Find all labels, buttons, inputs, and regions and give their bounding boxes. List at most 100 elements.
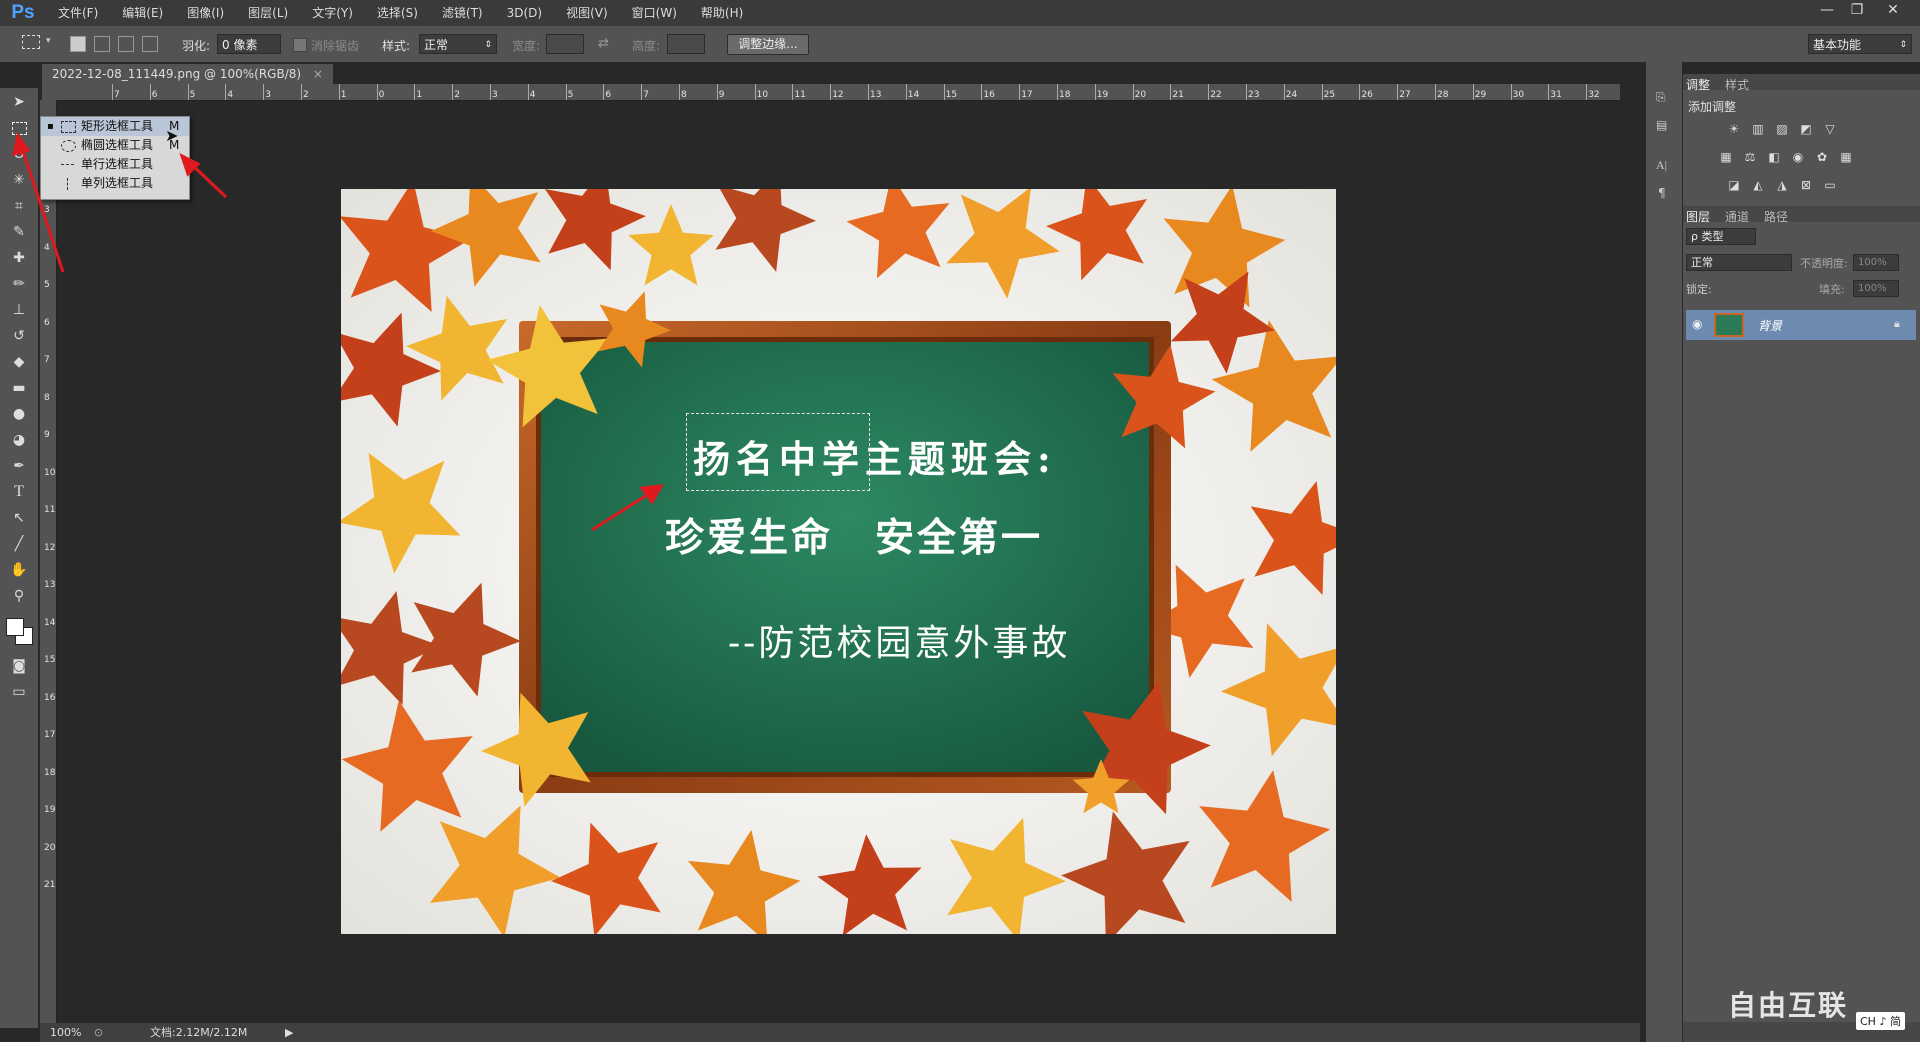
hand-tool-icon[interactable]: ✋	[9, 560, 29, 580]
screen-mode-icon[interactable]: ▭	[9, 682, 29, 702]
tab-layers[interactable]: 图层	[1686, 208, 1710, 225]
close-window-button[interactable]: ✕	[1878, 0, 1908, 20]
quick-mask-icon[interactable]: ◙	[9, 656, 29, 676]
eye-visibility-icon[interactable]: ◉	[1692, 317, 1702, 331]
magic-wand-icon[interactable]: ✳	[9, 170, 29, 190]
gradient-map-icon[interactable]: ▭	[1822, 178, 1838, 192]
properties-panel-icon[interactable]: ▤	[1656, 118, 1667, 132]
menu-file[interactable]: 文件(F)	[46, 0, 110, 26]
menu-select[interactable]: 选择(S)	[365, 0, 430, 26]
posterize-icon[interactable]: ◭	[1750, 178, 1766, 192]
selective-color-icon[interactable]: ⊠	[1798, 178, 1814, 192]
ruler-tick-line	[225, 84, 227, 100]
workspace-select[interactable]: 基本功能 ⇕	[1808, 34, 1912, 54]
dodge-tool-icon[interactable]: ◕	[9, 430, 29, 450]
ruler-tick-line	[943, 84, 945, 100]
color-lookup-icon[interactable]: ▦	[1838, 150, 1854, 164]
line-tool-icon[interactable]: ╱	[9, 534, 29, 554]
brush-tool-icon[interactable]: ✏	[9, 274, 29, 294]
layer-row-background[interactable]: ◉ 背景 🔒︎	[1686, 310, 1916, 340]
subtract-selection-icon[interactable]	[118, 36, 134, 52]
refine-edge-button[interactable]: 调整边缘...	[727, 34, 809, 55]
add-to-selection-icon[interactable]	[94, 36, 110, 52]
menu-view[interactable]: 视图(V)	[554, 0, 620, 26]
feather-input[interactable]: 0 像素	[217, 34, 281, 54]
menu-type[interactable]: 文字(Y)	[300, 0, 365, 26]
document-canvas[interactable]: 扬名中学主题班会: 珍爱生命 安全第一 --防范校园意外事故	[341, 189, 1336, 934]
menu-edit[interactable]: 编辑(E)	[110, 0, 175, 26]
menu-window[interactable]: 窗口(W)	[620, 0, 689, 26]
ruler-tick-label: 3	[265, 90, 271, 100]
invert-icon[interactable]: ◪	[1726, 178, 1742, 192]
lasso-tool-icon[interactable]: ʘ	[9, 144, 29, 164]
history-brush-icon[interactable]: ↺	[9, 326, 29, 346]
status-info-icon[interactable]: ⊙	[94, 1023, 103, 1042]
blend-mode-select[interactable]: 正常	[1686, 254, 1792, 271]
clone-stamp-icon[interactable]: ⊥	[9, 300, 29, 320]
antialias-checkbox[interactable]	[293, 38, 307, 52]
zoom-tool-icon[interactable]: ⚲	[9, 586, 29, 606]
subtitle-text: --防范校园意外事故	[728, 623, 1071, 664]
marquee-preset-icon[interactable]	[22, 35, 40, 49]
foreground-color-swatch[interactable]	[6, 618, 24, 636]
preset-dropdown-icon[interactable]: ▾	[46, 36, 51, 46]
brightness-icon[interactable]: ☀	[1726, 122, 1742, 136]
gradient-tool-icon[interactable]: ▬	[9, 378, 29, 398]
character-panel-icon[interactable]: A|	[1656, 158, 1667, 173]
ruler-tick-label: 32	[1588, 90, 1600, 100]
minimize-button[interactable]: —	[1812, 0, 1842, 20]
new-selection-icon[interactable]	[70, 36, 86, 52]
menu-help[interactable]: 帮助(H)	[689, 0, 755, 26]
close-tab-icon[interactable]: ×	[313, 67, 323, 81]
eraser-icon[interactable]: ◆	[9, 352, 29, 372]
black-white-icon[interactable]: ◧	[1766, 150, 1782, 164]
hue-saturation-icon[interactable]: ▦	[1718, 150, 1734, 164]
photo-filter-icon[interactable]: ◉	[1790, 150, 1806, 164]
menu-3d[interactable]: 3D(D)	[495, 0, 554, 26]
swap-dimensions-icon[interactable]: ⇄	[598, 36, 609, 51]
tab-channels[interactable]: 通道	[1725, 208, 1749, 225]
tab-paths[interactable]: 路径	[1764, 208, 1788, 225]
menu-layer[interactable]: 图层(L)	[236, 0, 300, 26]
fill-input[interactable]: 100%	[1853, 280, 1899, 297]
ruler-tick-line	[603, 84, 605, 100]
status-menu-arrow-icon[interactable]: ▶	[285, 1023, 293, 1042]
height-input[interactable]	[667, 34, 705, 54]
ruler-tick-line	[1094, 84, 1096, 100]
color-balance-icon[interactable]: ⚖	[1742, 150, 1758, 164]
zoom-level[interactable]: 100%	[50, 1023, 81, 1042]
curves-icon[interactable]: ▨	[1774, 122, 1790, 136]
eyedropper-icon[interactable]: ✎	[9, 222, 29, 242]
layer-filter-select[interactable]: ρ 类型	[1686, 228, 1756, 245]
vibrance-icon[interactable]: ▽	[1822, 122, 1838, 136]
width-input[interactable]	[546, 34, 584, 54]
channel-mixer-icon[interactable]: ✿	[1814, 150, 1830, 164]
history-panel-icon[interactable]: ⎘	[1656, 90, 1666, 105]
flyout-single-row-marquee[interactable]: 单行选框工具	[41, 155, 189, 174]
move-tool-icon[interactable]: ➤	[9, 92, 29, 112]
path-selection-icon[interactable]: ↖	[9, 508, 29, 528]
single-column-icon	[67, 178, 68, 190]
paragraph-panel-icon[interactable]: ¶	[1658, 186, 1666, 200]
healing-brush-icon[interactable]: ✚	[9, 248, 29, 268]
restore-button[interactable]: ❐	[1842, 0, 1872, 20]
intersect-selection-icon[interactable]	[142, 36, 158, 52]
opacity-input[interactable]: 100%	[1853, 254, 1899, 271]
pen-tool-icon[interactable]: ✒	[9, 456, 29, 476]
ruler-tick-label: 15	[44, 655, 56, 665]
exposure-icon[interactable]: ◩	[1798, 122, 1814, 136]
crop-tool-icon[interactable]: ⌗	[9, 196, 29, 216]
menu-filter[interactable]: 滤镜(T)	[430, 0, 495, 26]
style-select[interactable]: 正常 ⇕	[419, 34, 497, 54]
threshold-icon[interactable]: ◮	[1774, 178, 1790, 192]
levels-icon[interactable]: ▥	[1750, 122, 1766, 136]
blur-tool-icon[interactable]: ●	[9, 404, 29, 424]
tab-adjustments[interactable]: 调整	[1686, 76, 1710, 93]
type-tool-icon[interactable]: T	[9, 482, 29, 502]
tab-styles[interactable]: 样式	[1725, 76, 1749, 93]
menu-image[interactable]: 图像(I)	[175, 0, 236, 26]
marquee-tool-icon[interactable]	[9, 118, 29, 138]
flyout-single-column-marquee[interactable]: 单列选框工具	[41, 174, 189, 193]
document-tab[interactable]: 2022-12-08_111449.png @ 100%(RGB/8) ×	[42, 64, 333, 84]
ruler-tick-label: 30	[1512, 90, 1525, 100]
